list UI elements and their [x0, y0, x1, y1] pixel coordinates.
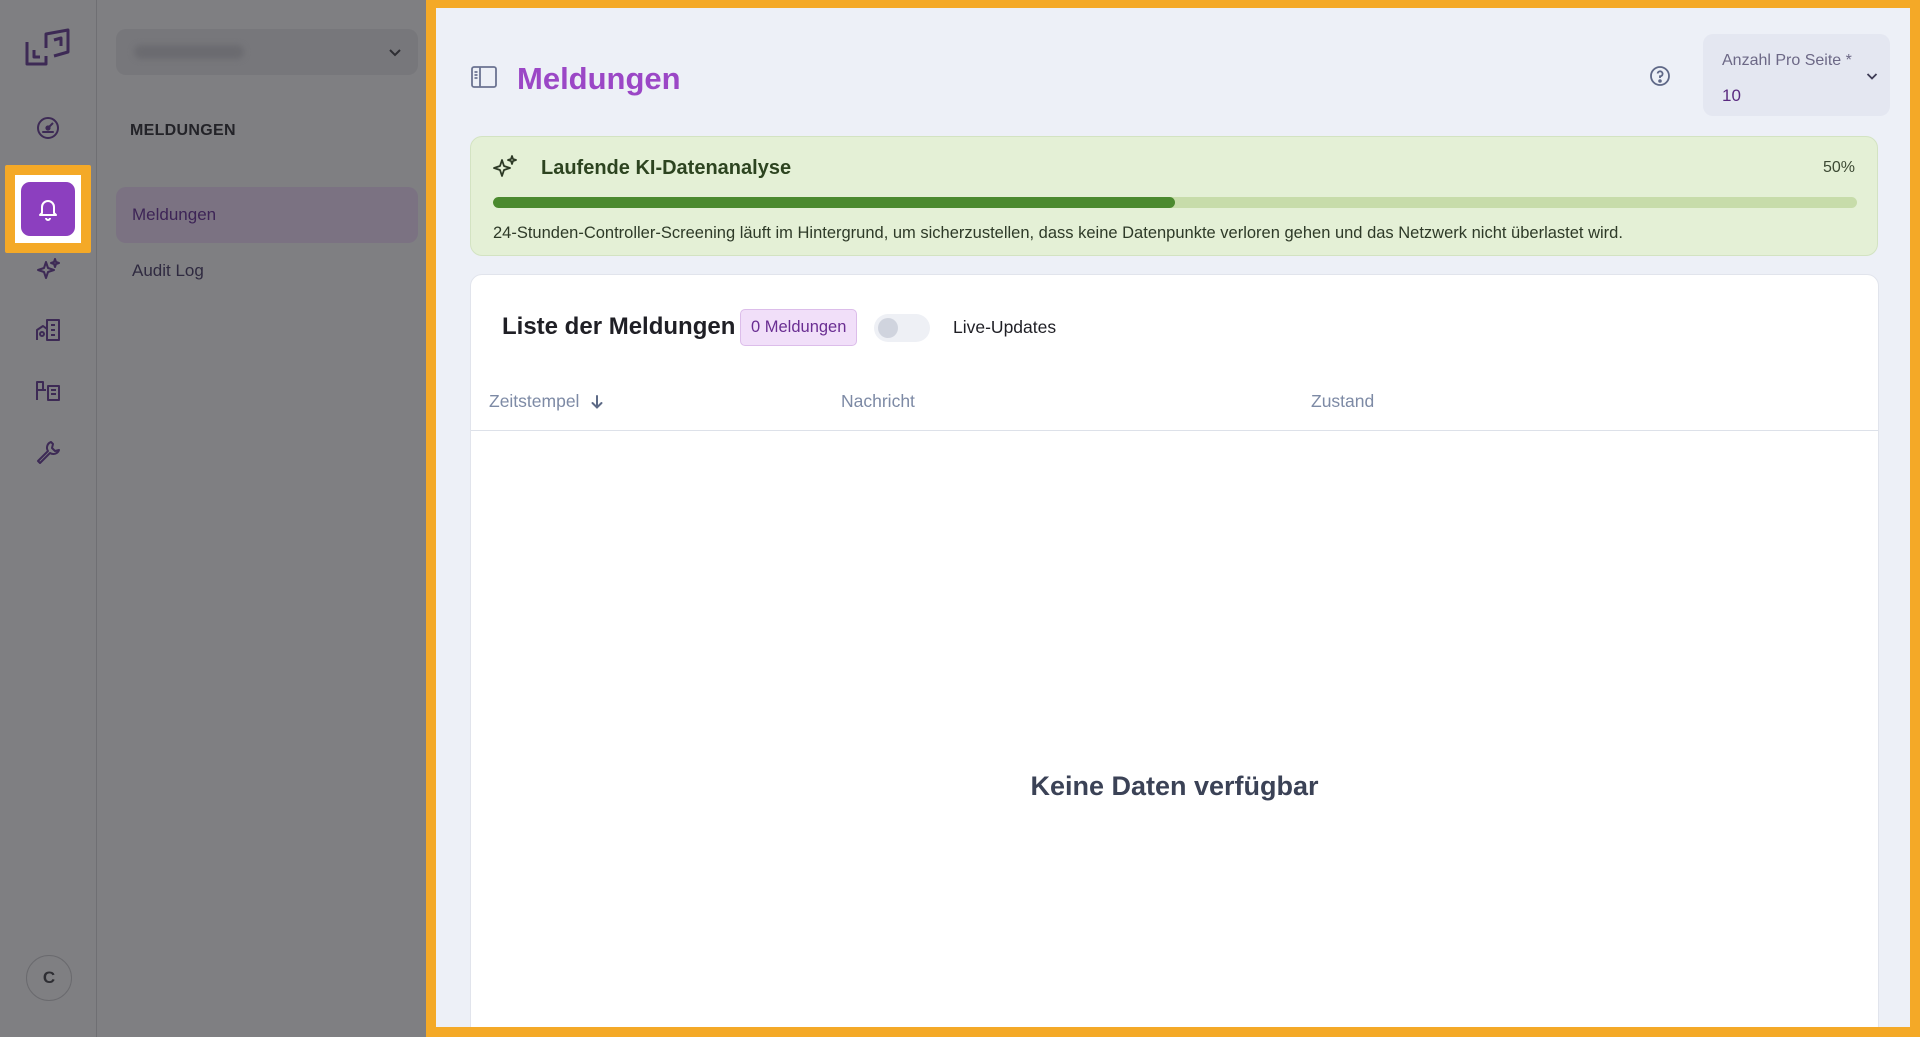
arrow-down-icon [591, 394, 603, 409]
ai-analysis-progress-track [493, 197, 1857, 208]
sites-button[interactable] [24, 306, 72, 354]
notifications-card: Liste der Meldungen 0 Meldungen Live-Upd… [470, 274, 1879, 1027]
sparkles-icon [493, 155, 517, 177]
live-updates-toggle[interactable] [874, 314, 930, 342]
column-label: Zeitstempel [489, 391, 580, 411]
list-title: Liste der Meldungen [502, 313, 736, 340]
column-header-zeitstempel[interactable]: Zeitstempel [489, 391, 605, 412]
ai-analysis-button[interactable] [24, 246, 72, 294]
column-label: Nachricht [841, 391, 915, 411]
building-icon [36, 319, 60, 341]
column-header-nachricht[interactable]: Nachricht [841, 391, 915, 412]
page-header: Meldungen Anzahl Pro Seite * 10 [436, 8, 1910, 128]
bell-icon [39, 200, 57, 221]
column-header-zustand[interactable]: Zustand [1311, 391, 1374, 412]
ai-analysis-progress-fill [493, 197, 1175, 208]
inventory-icon [36, 381, 60, 401]
sidebar-heading: MELDUNGEN [130, 122, 236, 139]
per-page-label: Anzahl Pro Seite * [1722, 52, 1852, 69]
settings-button[interactable] [24, 428, 72, 476]
main-highlight-frame: Meldungen Anzahl Pro Seite * 10 Laufende… [426, 0, 1920, 1037]
sparkles-icon [37, 258, 60, 279]
app-root: C MELDUNGEN Meldungen Audit Log Meldunge… [0, 0, 1920, 1037]
table-header: Zeitstempel Nachricht Zustand [471, 375, 1878, 431]
main-content: Meldungen Anzahl Pro Seite * 10 Laufende… [436, 8, 1910, 1027]
inventory-button[interactable] [24, 366, 72, 414]
project-selector-value-blurred [134, 45, 244, 59]
live-updates-label: Live-Updates [953, 317, 1057, 337]
logo-icon [25, 28, 70, 66]
chevron-down-icon [389, 49, 401, 57]
per-page-value: 10 [1722, 86, 1741, 105]
help-icon[interactable] [1648, 64, 1672, 88]
ai-analysis-banner: Laufende KI-Datenanalyse 50% 24-Stunden-… [470, 136, 1878, 256]
notifications-button[interactable] [21, 182, 75, 236]
column-label: Zustand [1311, 391, 1375, 411]
dashboard-button[interactable] [24, 104, 72, 152]
per-page-select[interactable]: Anzahl Pro Seite * 10 [1703, 34, 1890, 116]
chevron-down-icon [1866, 73, 1878, 80]
sidebar-item-meldungen[interactable]: Meldungen [116, 187, 418, 243]
ai-analysis-title: Laufende KI-Datenanalyse [541, 157, 792, 179]
user-avatar[interactable]: C [26, 955, 72, 1001]
wrench-icon [37, 441, 60, 464]
empty-state-message: Keine Daten verfügbar [1030, 771, 1319, 801]
ai-analysis-description: 24-Stunden-Controller-Screening läuft im… [493, 224, 1623, 242]
toggle-knob [878, 318, 898, 338]
icon-rail: C [0, 0, 97, 1037]
ai-analysis-percent: 50% [1822, 159, 1855, 176]
project-selector[interactable] [116, 29, 418, 75]
dashboard-icon [37, 117, 59, 139]
page-title: Meldungen [517, 61, 681, 96]
count-badge: 0 Meldungen [740, 309, 858, 346]
secondary-sidebar: MELDUNGEN Meldungen Audit Log [97, 0, 426, 1037]
sidebar-toggle-icon[interactable] [469, 62, 499, 92]
sidebar-item-audit-log[interactable]: Audit Log [116, 243, 418, 299]
